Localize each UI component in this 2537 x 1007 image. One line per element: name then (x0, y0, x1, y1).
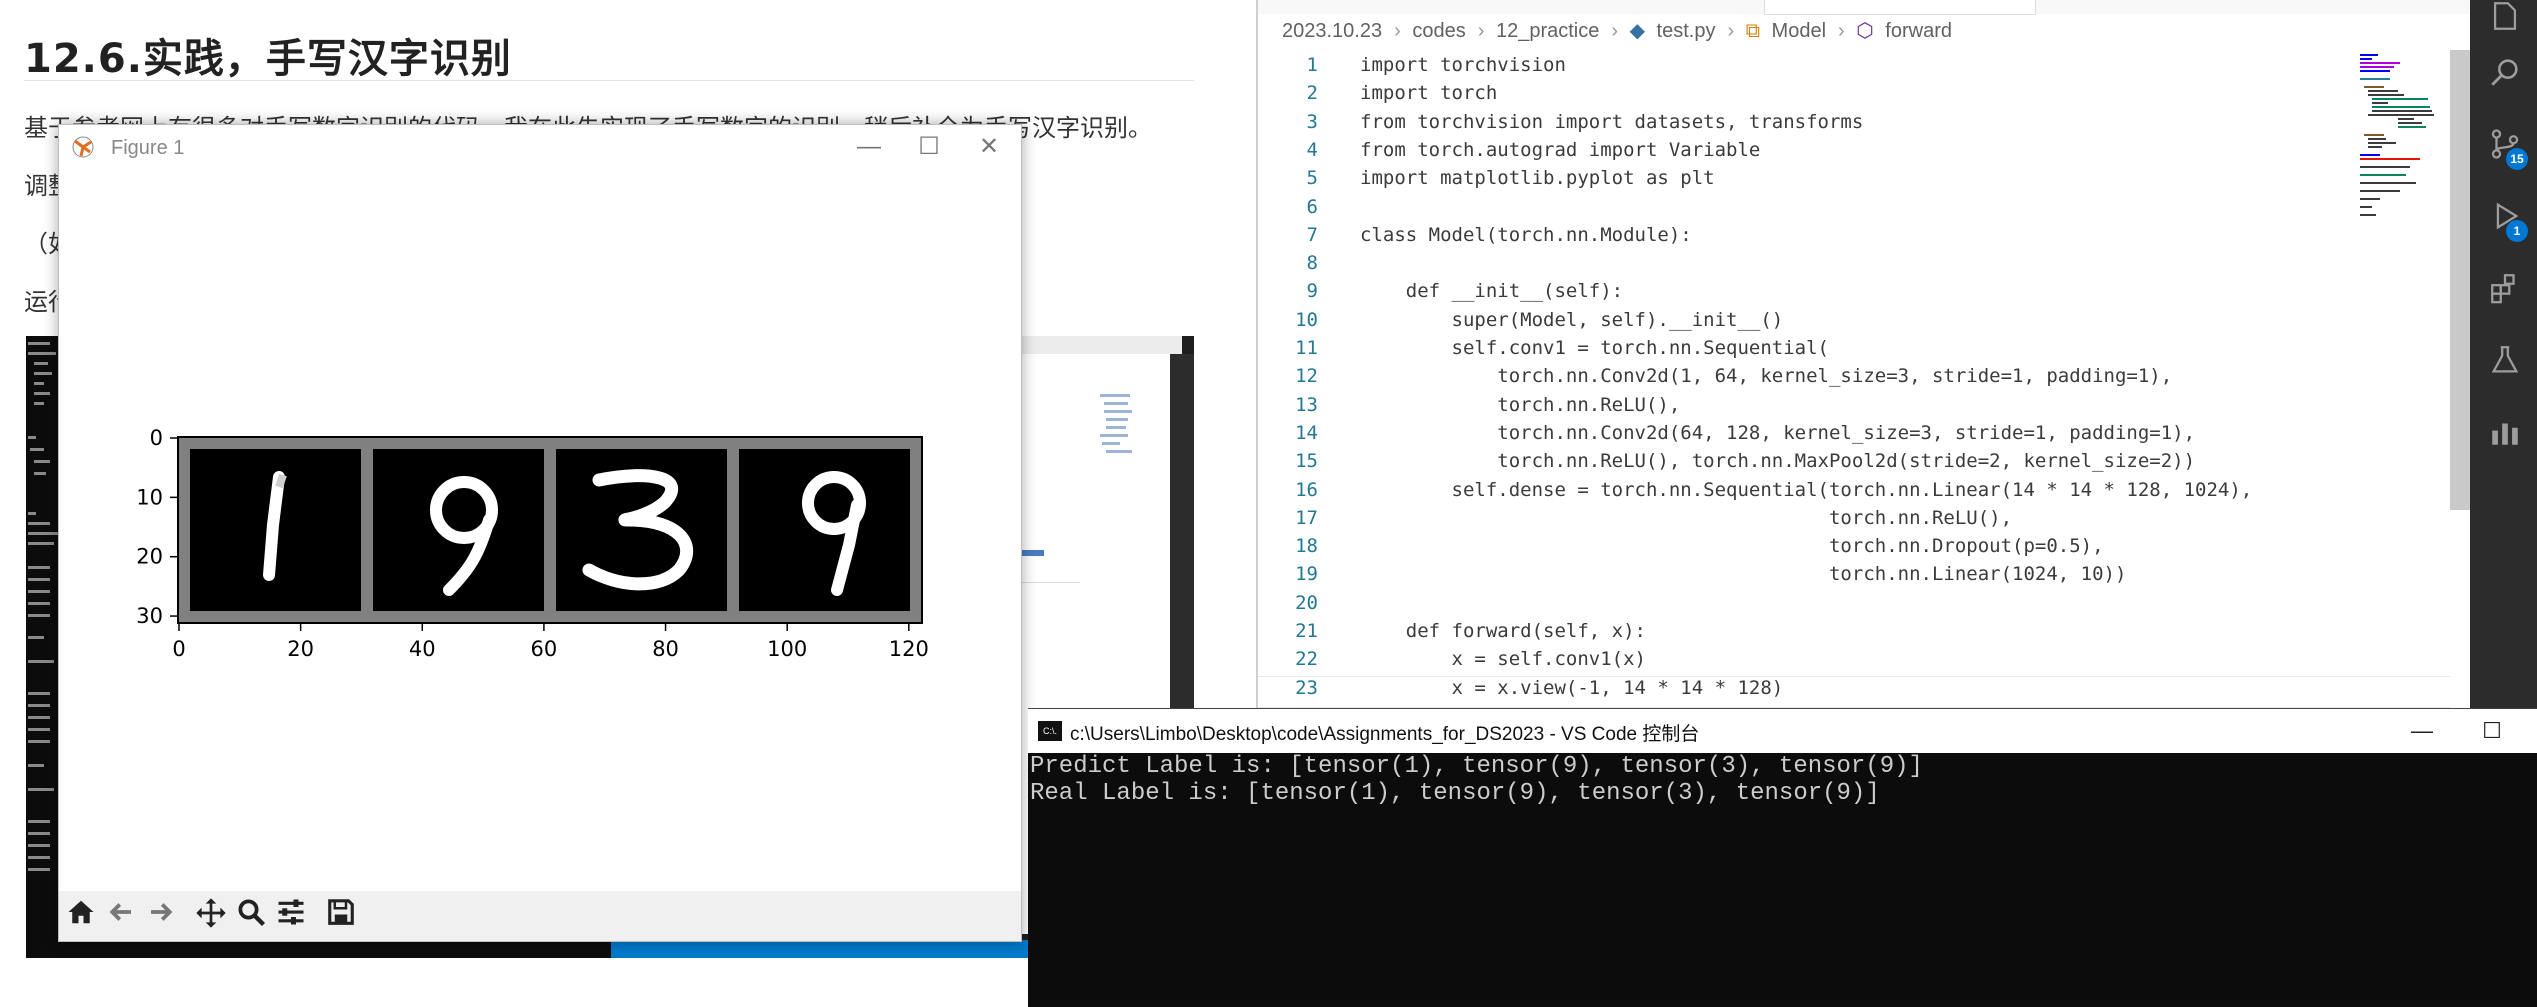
line-number: 8 (1306, 252, 1318, 275)
minimap[interactable] (2358, 50, 2448, 250)
line-number: 17 (1295, 506, 1318, 529)
breadcrumb-item[interactable]: 2023.10.23 (1282, 20, 1382, 43)
code-line[interactable]: class Model(torch.nn.Module): (1360, 224, 1692, 246)
source-control-icon[interactable]: 15 (2470, 114, 2537, 174)
back-arrow-icon[interactable] (101, 897, 141, 937)
y-tick-label: 30 (136, 604, 163, 628)
line-number: 9 (1306, 280, 1318, 303)
tab-active[interactable] (1764, 0, 2036, 15)
code-line[interactable]: torch.nn.ReLU(), (1360, 507, 2012, 529)
configure-subplots-icon[interactable] (271, 897, 311, 937)
figure-canvas: 0 20 40 60 80 100 120 0 10 20 30 (136, 426, 929, 661)
pan-move-icon[interactable] (191, 897, 231, 937)
zoom-magnifier-icon[interactable] (231, 897, 271, 937)
code-line[interactable]: import torchvision (1360, 54, 1566, 76)
line-number: 12 (1295, 365, 1318, 388)
breadcrumb-item[interactable]: 12_practice (1496, 20, 1599, 43)
breadcrumb-item[interactable]: codes (1412, 20, 1465, 43)
explorer-icon[interactable] (2470, 0, 2537, 46)
source-control-badge: 15 (2506, 148, 2528, 170)
line-number: 5 (1306, 167, 1318, 190)
code-line[interactable]: torch.nn.ReLU(), torch.nn.MaxPool2d(stri… (1360, 450, 2195, 472)
run-debug-badge: 1 (2506, 220, 2528, 242)
y-tick-label: 10 (136, 485, 163, 509)
code-line[interactable]: torch.nn.Linear(1024, 10)) (1360, 563, 2126, 585)
x-tick-label: 80 (652, 637, 679, 661)
figure-toolbar (59, 891, 1021, 941)
line-number: 22 (1295, 648, 1318, 671)
line-number: 21 (1295, 620, 1318, 642)
line-number: 20 (1295, 591, 1318, 614)
line-number: 10 (1295, 308, 1318, 331)
breadcrumb: 2023.10.23 › codes › 12_practice › ◆ test.p… (1282, 20, 1952, 43)
line-number: 6 (1306, 195, 1318, 218)
forward-arrow-icon[interactable] (141, 897, 181, 937)
console-maximize-button[interactable]: ☐ (2462, 713, 2522, 749)
code-line[interactable]: from torchvision import datasets, transf… (1360, 111, 1863, 133)
title-divider (24, 80, 1194, 81)
line-number: 3 (1306, 110, 1318, 133)
class-icon: ⧉ (1745, 20, 1760, 42)
code-line[interactable]: self.dense = torch.nn.Sequential(torch.n… (1360, 479, 2253, 501)
line-number: 1 (1306, 54, 1318, 76)
editor-scrollbar[interactable] (2450, 50, 2470, 510)
code-line[interactable]: import torch (1360, 82, 1497, 104)
line-number: 4 (1306, 138, 1318, 161)
code-line[interactable]: torch.nn.Dropout(p=0.5), (1360, 535, 2104, 557)
embedded-window-titlebar (1020, 336, 1182, 354)
home-icon[interactable] (61, 897, 101, 937)
code-line[interactable]: super(Model, self).__init__() (1360, 309, 1784, 331)
x-tick-label: 20 (287, 637, 314, 661)
line-number: 23 (1295, 676, 1318, 699)
code-editor[interactable]: 1 import torchvision 2 import torch 3 from to… (1258, 50, 2358, 710)
code-line[interactable]: x = x.view(-1, 14 * 14 * 128) (1360, 677, 1784, 699)
line-number: 18 (1295, 535, 1318, 558)
code-line[interactable]: torch.nn.ReLU(), (1360, 394, 1680, 416)
code-line[interactable]: def __init__(self): (1360, 280, 1623, 302)
run-debug-icon[interactable]: 1 (2470, 186, 2537, 246)
x-tick-label: 100 (767, 637, 807, 661)
console-minimize-button[interactable]: — (2392, 713, 2452, 749)
console-titlebar: C:\. c:\Users\Limbo\Desktop\code\Assignm… (1028, 709, 2537, 753)
search-icon[interactable] (2470, 42, 2537, 102)
line-number: 16 (1295, 478, 1318, 501)
python-file-icon: ◆ (1629, 20, 1645, 42)
code-line[interactable]: torch.nn.Conv2d(64, 128, kernel_size=3, … (1360, 422, 2195, 444)
console-window: C:\. c:\Users\Limbo\Desktop\code\Assignm… (1028, 708, 2537, 1007)
code-line[interactable]: torch.nn.Conv2d(1, 64, kernel_size=3, st… (1360, 365, 2172, 387)
line-number: 11 (1295, 337, 1318, 359)
breadcrumb-item[interactable]: Model (1772, 20, 1826, 43)
code-line[interactable]: import matplotlib.pyplot as plt (1360, 167, 1715, 189)
x-tick-label: 40 (409, 637, 436, 661)
line-number: 15 (1295, 450, 1318, 473)
code-line[interactable]: x = self.conv1(x) (1360, 648, 1646, 670)
y-tick-label: 0 (150, 426, 163, 450)
breadcrumb-item[interactable]: forward (1885, 20, 1952, 43)
code-line[interactable]: from torch.autograd import Variable (1360, 139, 1760, 161)
testing-flask-icon[interactable] (2470, 330, 2537, 390)
console-title: c:\Users\Limbo\Desktop\code\Assignments_… (1070, 724, 1700, 745)
line-number: 13 (1295, 393, 1318, 416)
console-output-line: Real Label is: [tensor(1), tensor(9), te… (1030, 780, 1880, 807)
code-line[interactable]: def forward(self, x): (1360, 620, 1646, 642)
line-number: 19 (1295, 563, 1318, 586)
page-title: 12.6.实践，手写汉字识别 (24, 36, 512, 82)
x-tick-label: 0 (172, 637, 185, 661)
y-tick-label: 20 (136, 545, 163, 569)
line-number: 7 (1306, 223, 1318, 246)
line-number: 2 (1306, 82, 1318, 105)
breadcrumb-item[interactable]: test.py (1657, 20, 1716, 43)
console-output-line: Predict Label is: [tensor(1), tensor(9),… (1030, 753, 1923, 780)
x-tick-label: 120 (889, 637, 929, 661)
x-tick-label: 60 (531, 637, 558, 661)
matplotlib-figure-window: Figure 1 — ☐ ✕ 0 20 40 60 80 100 120 0 10 20 30 (58, 124, 1022, 942)
extensions-icon[interactable] (2470, 258, 2537, 318)
chart-icon[interactable] (2470, 402, 2537, 462)
save-floppy-icon[interactable] (321, 897, 361, 937)
code-line[interactable]: self.conv1 = torch.nn.Sequential( (1360, 337, 1830, 359)
method-icon: ⬡ (1856, 20, 1874, 42)
line-number: 14 (1295, 421, 1318, 444)
console-app-icon: C:\. (1038, 721, 1062, 741)
